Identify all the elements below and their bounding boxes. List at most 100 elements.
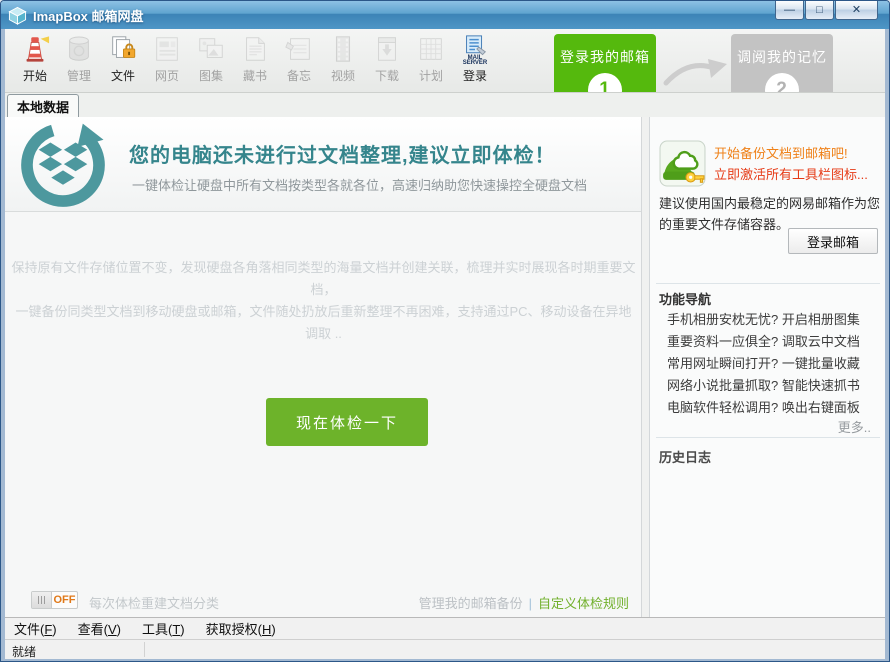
sidebar: 开始备份文档到邮箱吧! 立即激活所有工具栏图标... 建议使用国内最稳定的网易邮… — [649, 117, 885, 617]
toolbar-buttons: 开始 管理 — [13, 32, 497, 90]
nav-item[interactable]: 手机相册安枕无忧? 开启相册图集 — [667, 309, 860, 331]
nav-header: 功能导航 — [659, 289, 711, 308]
menu-tools[interactable]: 工具(T) — [142, 619, 185, 638]
nav-question: 电脑软件轻松调用? — [667, 400, 778, 415]
window-frame: 开始 管理 — [1, 29, 889, 661]
window-title: ImapBox 邮箱网盘 — [33, 6, 144, 25]
toolbar-label: 管理 — [67, 67, 91, 84]
history-header: 历史日志 — [659, 447, 711, 466]
menu-file[interactable]: 文件(F) — [14, 619, 57, 638]
footer-links: 管理我的邮箱备份 | 自定义体检规则 — [419, 593, 629, 612]
nav-item[interactable]: 重要资料一应俱全? 调取云中文档 — [667, 331, 860, 353]
lighthouse-icon — [19, 32, 51, 66]
mail-server-icon-text: MAIL SERVER — [460, 56, 490, 66]
step1-number-badge: 1 — [588, 73, 622, 93]
description-line1: 保持原有文件存储位置不变，发现硬盘各角落相同类型的海量文档并创建关联，梳理并实时… — [11, 257, 636, 301]
checkup-now-button[interactable]: 现在体检一下 — [266, 398, 428, 446]
nav-item[interactable]: 电脑软件轻松调用? 唤出右键面板 — [667, 397, 860, 419]
toolbar-label: 藏书 — [243, 67, 267, 84]
toolbar-label: 网页 — [155, 67, 179, 84]
nav-question: 网络小说批量抓取? — [667, 378, 778, 393]
recall-memory-step-button[interactable]: 调阅我的记忆 2 — [731, 34, 833, 93]
filmstrip-icon — [327, 32, 359, 66]
close-button[interactable]: ✕ — [835, 1, 878, 20]
toolbar-item-video[interactable]: 视频 — [321, 32, 365, 90]
toolbar-item-plan[interactable]: 计划 — [409, 32, 453, 90]
nav-action: 唤出右键面板 — [782, 400, 860, 415]
nav-action: 开启相册图集 — [782, 312, 860, 327]
step1-label: 登录我的邮箱 — [560, 49, 650, 65]
tab-local-data[interactable]: 本地数据 — [7, 94, 79, 117]
tab-strip: 本地数据 — [5, 93, 885, 117]
login-mailbox-button[interactable]: 登录邮箱 — [788, 228, 878, 254]
promo-subtitle-link[interactable]: 立即激活所有工具栏图标... — [714, 164, 868, 183]
toolbar-label: 备忘 — [287, 67, 311, 84]
nav-question: 手机相册安枕无忧? — [667, 312, 778, 327]
links-divider: | — [529, 596, 532, 611]
menu-view[interactable]: 查看(V) — [78, 619, 121, 638]
download-icon — [371, 32, 403, 66]
toolbar-item-download[interactable]: 下载 — [365, 32, 409, 90]
toolbar-item-start[interactable]: 开始 — [13, 32, 57, 90]
nav-action: 调取云中文档 — [782, 334, 860, 349]
description-text: 保持原有文件存储位置不变，发现硬盘各角落相同类型的海量文档并创建关联，梳理并实时… — [11, 257, 636, 345]
files-lock-icon — [107, 32, 139, 66]
toolbar: 开始 管理 — [5, 29, 885, 93]
toolbar-item-login[interactable]: MAIL SERVER 登录 — [453, 32, 497, 90]
memo-icon — [283, 32, 315, 66]
toolbar-label: 登录 — [463, 67, 487, 84]
step2-label: 调阅我的记忆 — [737, 49, 827, 65]
backup-cloud-key-icon — [659, 140, 706, 187]
manage-backup-link[interactable]: 管理我的邮箱备份 — [419, 596, 523, 611]
toggle-grip-icon — [32, 592, 52, 608]
app-window: ImapBox 邮箱网盘 — □ ✕ — [0, 0, 890, 662]
toolbar-item-web[interactable]: 网页 — [145, 32, 189, 90]
toolbar-label: 视频 — [331, 67, 355, 84]
toolbar-label: 开始 — [23, 67, 47, 84]
app-logo-icon — [8, 6, 27, 25]
nav-item[interactable]: 网络小说批量抓取? 智能快速抓书 — [667, 375, 860, 397]
toolbar-item-memo[interactable]: 备忘 — [277, 32, 321, 90]
main-panel: 您的电脑还未进行过文档整理,建议立即体检！ 一键体检让硬盘中所有文档按类型各就各… — [5, 117, 642, 617]
toggle-label: 每次体检重建文档分类 — [89, 593, 219, 612]
calendar-grid-icon — [415, 32, 447, 66]
nav-item[interactable]: 常用网址瞬间打开? 一键批量收藏 — [667, 353, 860, 375]
menu-license[interactable]: 获取授权(H) — [206, 619, 276, 638]
book-page-icon — [239, 32, 271, 66]
status-divider — [144, 642, 145, 657]
sidebar-divider — [656, 283, 880, 284]
document-recycle-box-icon — [18, 120, 108, 210]
step-arrow-icon — [660, 51, 730, 91]
toolbar-label: 图集 — [199, 67, 223, 84]
database-icon — [63, 32, 95, 66]
promo-title: 开始备份文档到邮箱吧! — [714, 143, 848, 162]
toolbar-item-gallery[interactable]: 图集 — [189, 32, 233, 90]
nav-list: 手机相册安枕无忧? 开启相册图集 重要资料一应俱全? 调取云中文档 常用网址瞬间… — [667, 309, 860, 419]
minimize-button[interactable]: — — [775, 1, 804, 20]
login-mailbox-step-button[interactable]: 登录我的邮箱 1 — [554, 34, 656, 93]
custom-rules-link[interactable]: 自定义体检规则 — [538, 596, 629, 611]
nav-action: 智能快速抓书 — [782, 378, 860, 393]
toolbar-item-files[interactable]: 文件 — [101, 32, 145, 90]
photos-icon — [195, 32, 227, 66]
maximize-button[interactable]: □ — [805, 1, 834, 20]
mail-server-icon: MAIL SERVER — [459, 32, 491, 66]
rebuild-toggle[interactable]: OFF — [31, 591, 78, 609]
more-link[interactable]: 更多.. — [838, 417, 871, 436]
step2-number-badge: 2 — [765, 73, 799, 93]
banner: 您的电脑还未进行过文档整理,建议立即体检！ 一键体检让硬盘中所有文档按类型各就各… — [5, 117, 641, 212]
toolbar-item-manage[interactable]: 管理 — [57, 32, 101, 90]
statusbar: 就绪 — [5, 639, 885, 659]
nav-question: 重要资料一应俱全? — [667, 334, 778, 349]
toolbar-item-books[interactable]: 藏书 — [233, 32, 277, 90]
banner-heading: 您的电脑还未进行过文档整理,建议立即体检！ — [129, 139, 556, 168]
nav-action: 一键批量收藏 — [782, 356, 860, 371]
sidebar-divider — [656, 437, 880, 438]
toolbar-label: 计划 — [419, 67, 443, 84]
titlebar: ImapBox 邮箱网盘 — □ ✕ — [1, 1, 889, 29]
toolbar-label: 下载 — [375, 67, 399, 84]
toggle-state: OFF — [52, 592, 77, 608]
window-controls: — □ ✕ — [775, 1, 878, 20]
toolbar-label: 文件 — [111, 67, 135, 84]
webpage-icon — [151, 32, 183, 66]
